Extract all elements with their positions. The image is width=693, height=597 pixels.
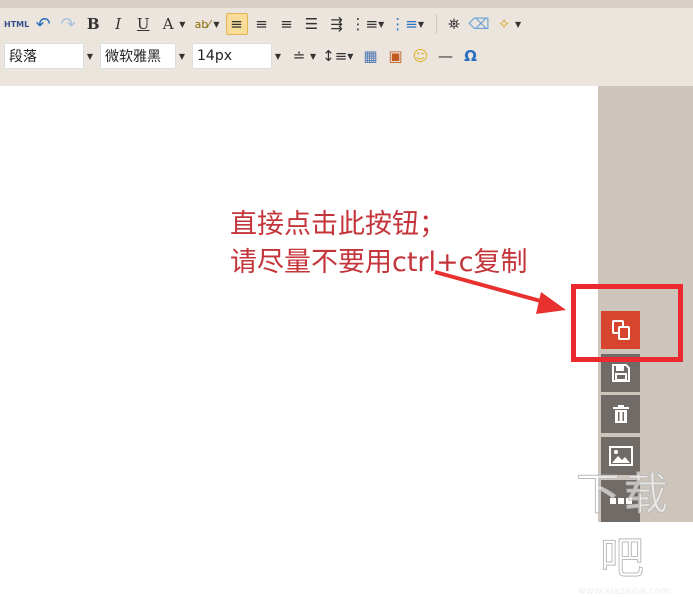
arrow-annotation bbox=[434, 270, 566, 314]
delete-button[interactable] bbox=[601, 395, 640, 433]
image-icon bbox=[608, 446, 633, 466]
watermark-url: www.xiazaiba.com bbox=[577, 586, 671, 597]
highlight-box bbox=[571, 284, 683, 362]
insert-image-button[interactable] bbox=[601, 437, 640, 475]
more-icon bbox=[609, 498, 632, 504]
save-icon bbox=[611, 364, 630, 382]
trash-icon bbox=[612, 405, 629, 423]
more-button[interactable] bbox=[601, 480, 640, 522]
